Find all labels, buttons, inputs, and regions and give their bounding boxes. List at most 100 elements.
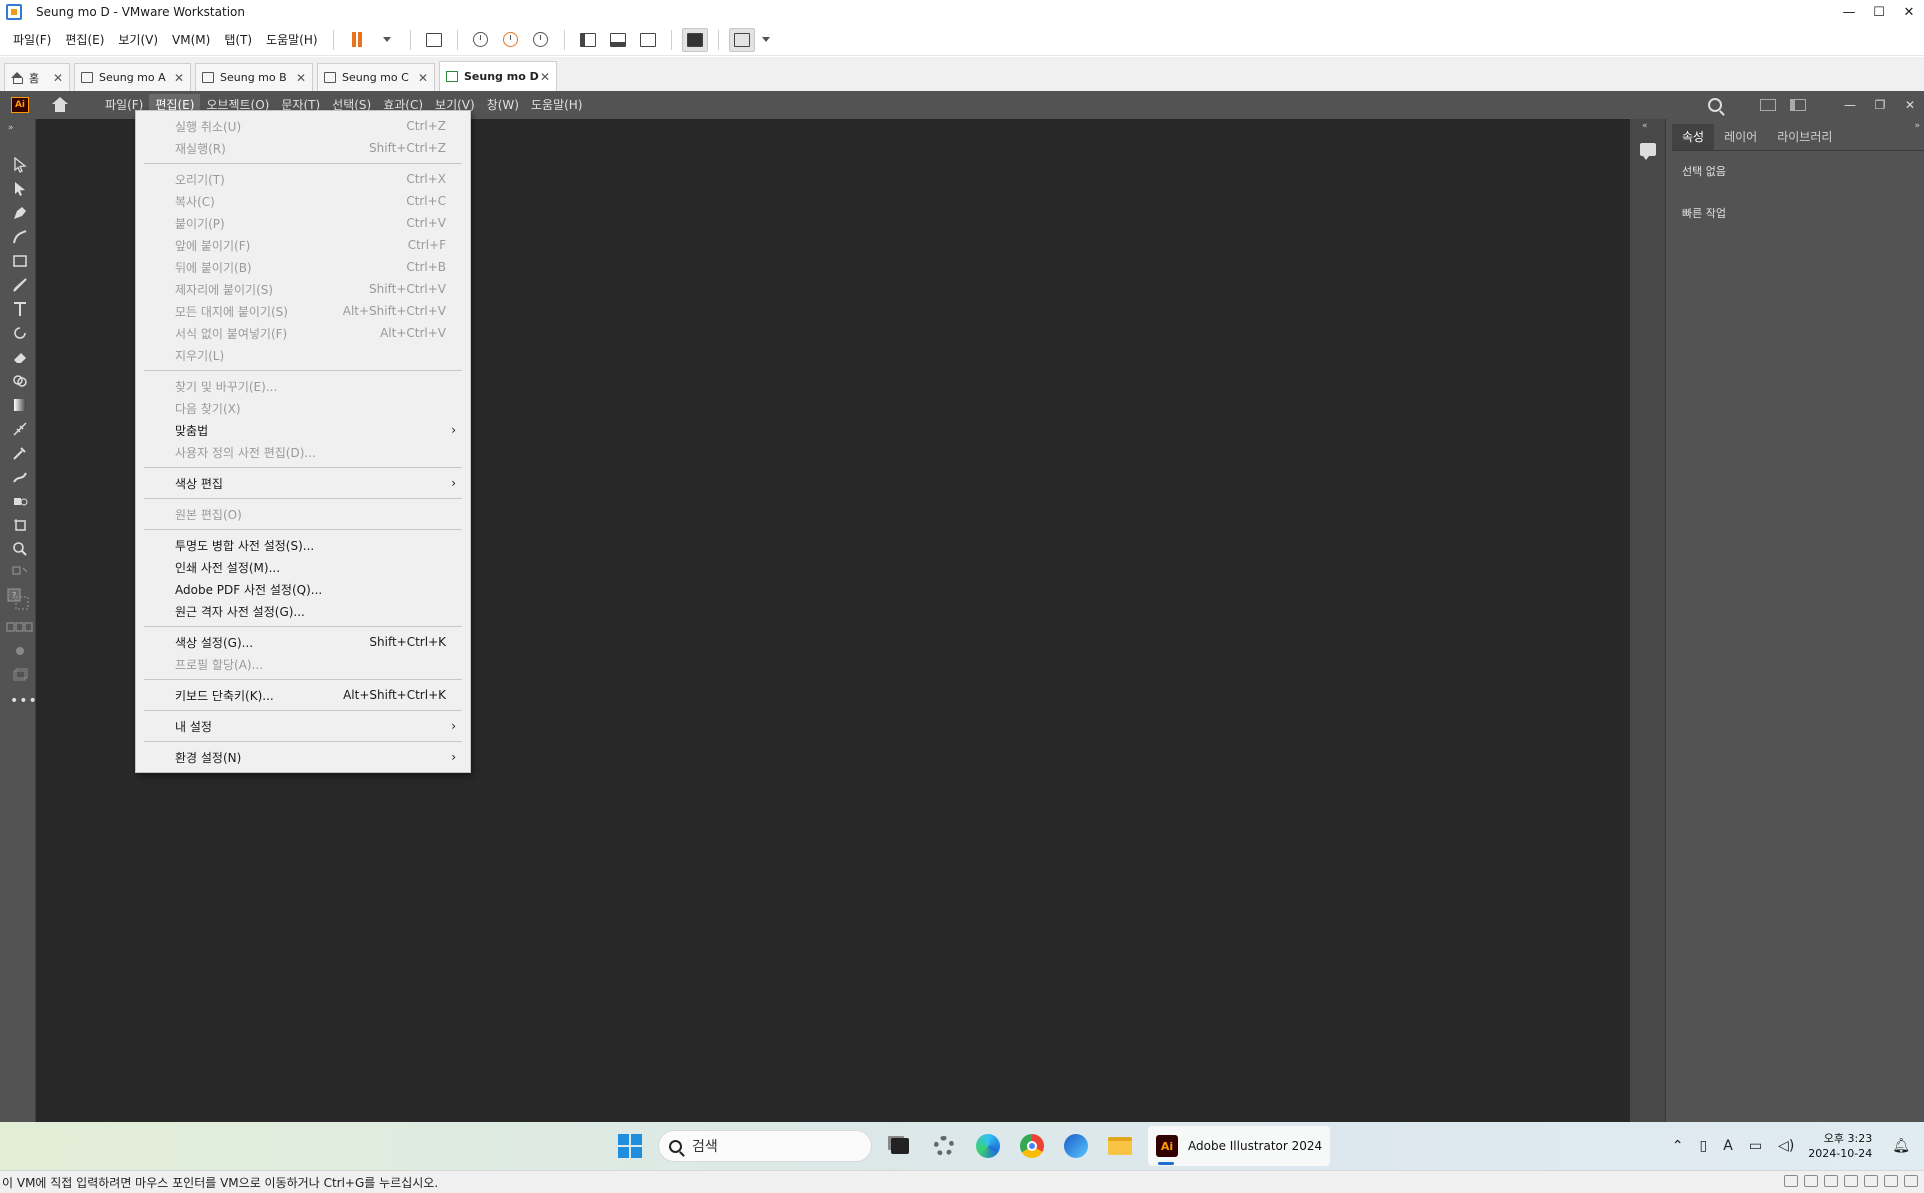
edge-browser-icon[interactable] [972, 1130, 1004, 1162]
paintbrush-tool-icon[interactable] [12, 277, 28, 293]
blend-tool-icon[interactable] [12, 469, 28, 485]
edit-menu-item[interactable]: 투명도 병합 사전 설정(S)... [136, 534, 470, 556]
console-view-button[interactable] [681, 27, 708, 52]
fullscreen-button[interactable] [635, 28, 661, 52]
vm-menu-help[interactable]: 도움말(H) [259, 31, 325, 48]
direct-selection-tool-icon[interactable] [12, 181, 28, 197]
change-screen-mode-icon[interactable] [12, 667, 28, 683]
artboard-tool-icon[interactable] [12, 517, 28, 533]
tab-libraries[interactable]: 라이브러리 [1767, 124, 1842, 150]
rotate-tool-icon[interactable] [12, 325, 28, 341]
show-hidden-icons-icon[interactable]: ⌃ [1672, 1138, 1684, 1154]
edit-menu-item[interactable]: 원근 격자 사전 설정(G)... [136, 600, 470, 622]
search-icon[interactable] [1708, 98, 1722, 112]
minimize-icon[interactable]: — [1834, 0, 1864, 24]
file-explorer-icon[interactable] [1104, 1130, 1136, 1162]
volume-icon[interactable]: ◁) [1778, 1138, 1794, 1154]
tab-seung-mo-a[interactable]: Seung mo A ✕ [74, 63, 191, 91]
message-icon[interactable] [1904, 1175, 1918, 1187]
vm-menu-file[interactable]: 파일(F) [6, 31, 58, 48]
curvature-tool-icon[interactable] [12, 229, 28, 245]
screen-mode-icon[interactable] [12, 643, 28, 659]
pause-button[interactable] [344, 28, 370, 52]
mesh-tool-icon[interactable] [12, 421, 28, 437]
more-tools-icon[interactable]: ••• [10, 693, 37, 709]
restore-icon[interactable]: ❐ [1872, 98, 1888, 112]
task-view-icon[interactable] [884, 1130, 916, 1162]
eyedropper-tool-icon[interactable] [12, 445, 28, 461]
start-button[interactable] [618, 1134, 642, 1158]
workspace-switcher-icon[interactable] [1790, 99, 1806, 111]
zoom-tool-icon[interactable] [12, 541, 28, 557]
taskbar-search[interactable]: 검색 [658, 1130, 872, 1162]
comments-icon[interactable] [1640, 143, 1656, 160]
thumbnail-bar-button[interactable] [605, 28, 631, 52]
fill-stroke-swap-icon[interactable] [12, 565, 28, 581]
close-icon[interactable]: ✕ [540, 70, 550, 84]
rectangle-tool-icon[interactable] [12, 253, 28, 269]
sound-icon[interactable] [1864, 1175, 1878, 1187]
hard-disk-icon[interactable] [1784, 1175, 1798, 1187]
edit-menu-item[interactable]: 인쇄 사전 설정(M)... [136, 556, 470, 578]
collapse-dock-icon[interactable]: « [1642, 121, 1648, 131]
tab-seung-mo-d[interactable]: Seung mo D ✕ [439, 61, 557, 91]
tab-seung-mo-b[interactable]: Seung mo B ✕ [195, 63, 313, 91]
selection-tool-icon[interactable] [12, 156, 28, 173]
close-icon[interactable]: ✕ [174, 71, 184, 85]
app-icon-bird[interactable] [1060, 1130, 1092, 1162]
stretch-guest-button[interactable] [728, 27, 755, 52]
snapshot-button[interactable] [468, 28, 494, 52]
cd-drive-icon[interactable] [1804, 1175, 1818, 1187]
tab-layers[interactable]: 레이어 [1714, 124, 1767, 150]
tab-properties[interactable]: 속성 [1672, 124, 1715, 150]
tab-seung-mo-c[interactable]: Seung mo C ✕ [317, 63, 435, 91]
taskbar-app-illustrator[interactable]: Ai Adobe Illustrator 2024 [1148, 1126, 1331, 1166]
edit-menu-item[interactable]: 맞춤법 › [136, 419, 470, 441]
edit-menu-item[interactable]: 색상 편집 › [136, 472, 470, 494]
shape-builder-tool-icon[interactable] [12, 373, 28, 389]
eraser-tool-icon[interactable] [12, 349, 28, 365]
vm-menu-view[interactable]: 보기(V) [111, 31, 165, 48]
close-icon[interactable]: ✕ [1902, 98, 1918, 112]
close-icon[interactable]: ✕ [1894, 0, 1924, 24]
ai-menu-help[interactable]: 도움말(H) [525, 94, 589, 116]
network-adapter-icon[interactable] [1824, 1175, 1838, 1187]
close-icon[interactable]: ✕ [296, 71, 306, 85]
gradient-tool-icon[interactable] [12, 397, 28, 413]
vm-menu-tabs[interactable]: 탭(T) [217, 31, 259, 48]
edit-menu-item[interactable]: Adobe PDF 사전 설정(Q)... [136, 578, 470, 600]
tab-home[interactable]: 홈 ✕ [4, 63, 70, 91]
notification-bell-icon[interactable]: 🔔︎ [1892, 1138, 1910, 1154]
minimize-icon[interactable]: — [1842, 98, 1858, 112]
vm-menu-vm[interactable]: VM(M) [165, 33, 217, 47]
expand-panel-icon[interactable]: » [1914, 121, 1920, 131]
close-icon[interactable]: ✕ [53, 71, 63, 85]
edit-menu-item[interactable]: 내 설정 › [136, 715, 470, 737]
display-icon[interactable] [1884, 1175, 1898, 1187]
edit-menu-item[interactable]: 색상 설정(G)... Shift+Ctrl+K [136, 631, 470, 653]
clock[interactable]: 오후 3:23 2024-10-24 [1808, 1131, 1872, 1161]
edit-menu-item[interactable]: 키보드 단축키(K)... Alt+Shift+Ctrl+K [136, 684, 470, 706]
collapse-toolbar-icon[interactable]: » [8, 123, 24, 139]
usb-icon[interactable] [1844, 1175, 1858, 1187]
revert-snapshot-button[interactable] [498, 28, 524, 52]
network-icon[interactable]: ▭ [1749, 1138, 1762, 1154]
maximize-icon[interactable]: ☐ [1864, 0, 1894, 24]
drawing-modes-icon[interactable] [6, 619, 34, 635]
vm-menu-edit[interactable]: 편집(E) [58, 31, 111, 48]
power-dropdown-button[interactable] [374, 28, 400, 52]
close-icon[interactable]: ✕ [418, 71, 428, 85]
ai-menu-window[interactable]: 창(W) [481, 94, 525, 116]
input-method-icon[interactable]: A [1723, 1138, 1733, 1154]
stretch-dropdown-button[interactable] [759, 28, 773, 52]
arrange-documents-icon[interactable] [1760, 99, 1776, 111]
send-ctrl-alt-del-button[interactable] [421, 28, 447, 52]
pen-tool-icon[interactable] [12, 205, 28, 221]
fill-stroke-indicator-icon[interactable]: ? [6, 587, 30, 611]
home-icon[interactable] [51, 97, 69, 113]
usb-device-icon[interactable]: ▯ [1700, 1138, 1708, 1154]
library-view-button[interactable] [575, 28, 601, 52]
edit-menu-item[interactable]: 환경 설정(N) › [136, 746, 470, 768]
type-tool-icon[interactable] [12, 301, 28, 317]
chrome-browser-icon[interactable] [1016, 1130, 1048, 1162]
